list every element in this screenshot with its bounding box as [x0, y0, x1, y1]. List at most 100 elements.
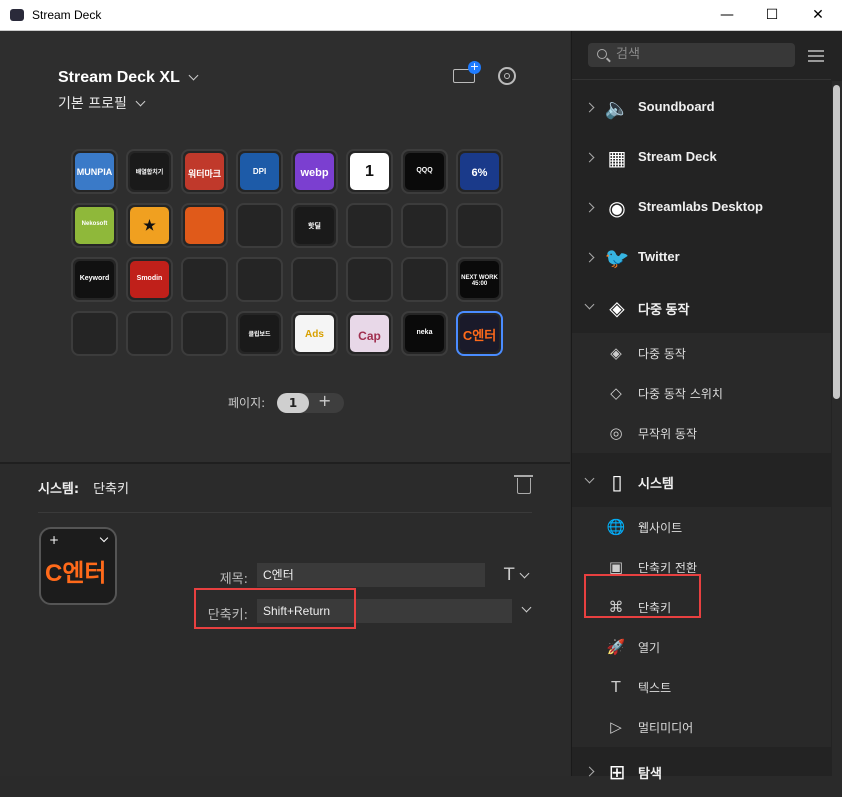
key-r2-c2[interactable]: ★ — [126, 203, 173, 248]
chevron-down-icon[interactable] — [521, 602, 532, 613]
device-selector[interactable]: Stream Deck XL — [58, 69, 199, 87]
chevron-right-icon[interactable] — [584, 202, 595, 213]
key-r4-c6[interactable]: Cap — [346, 311, 393, 356]
key-label: DPI — [252, 167, 267, 176]
action-label: 다중 동작 스위치 — [638, 387, 723, 401]
key-r1-c6[interactable]: 1 — [346, 149, 393, 194]
key-r3-c4[interactable] — [236, 257, 283, 302]
title-field[interactable]: C엔터 — [257, 563, 485, 587]
maximize-button[interactable]: ☐ — [749, 0, 795, 31]
key-r1-c5[interactable]: webp — [291, 149, 338, 194]
text-icon: T — [611, 678, 621, 696]
category-4[interactable]: 🐦 Twitter — [572, 233, 831, 283]
inspector-title: 시스템: 단축키 — [38, 478, 129, 497]
profile-name: 기본 프로필 — [58, 96, 127, 112]
key-r4-c3[interactable] — [181, 311, 228, 356]
key-r4-c7[interactable]: neka — [401, 311, 448, 356]
chevron-down-icon — [188, 70, 199, 81]
key-r2-c3[interactable] — [181, 203, 228, 248]
key-r3-c2[interactable]: Smodin — [126, 257, 173, 302]
search-placeholder: 검색 — [616, 47, 640, 62]
chevron-down-icon[interactable] — [519, 568, 530, 579]
key-r2-c1[interactable]: Nekosoft — [71, 203, 118, 248]
title-label: 제목: — [219, 572, 248, 587]
key-r4-c4[interactable]: 클립보드 — [236, 311, 283, 356]
key-r2-c6[interactable] — [346, 203, 393, 248]
profile-selector[interactable]: 기본 프로필 — [58, 93, 146, 113]
key-label: Smodin — [136, 275, 163, 282]
key-label: Cap — [358, 329, 381, 343]
scrollbar-thumb[interactable] — [833, 85, 840, 399]
key-r3-c8[interactable]: NEXT WORK 45:00 — [456, 257, 503, 302]
key-r2-c8[interactable] — [456, 203, 503, 248]
category-5[interactable]: ◈ 다중 동작 — [572, 283, 831, 333]
key-r4-c5[interactable]: Ads — [291, 311, 338, 356]
category-label: Streamlabs Desktop — [638, 199, 763, 214]
action-item-system-1[interactable]: 🌐 웹사이트 — [572, 507, 831, 547]
key-preview[interactable]: + C엔터 — [39, 527, 117, 605]
key-r1-c7[interactable]: QQQ — [401, 149, 448, 194]
category-2[interactable]: ▦ Stream Deck — [572, 133, 831, 183]
chevron-right-icon[interactable] — [584, 152, 595, 163]
chevron-right-icon[interactable] — [584, 252, 595, 263]
category-system[interactable]: ▯ 시스템 — [572, 457, 831, 507]
key-r3-c5[interactable] — [291, 257, 338, 302]
key-label: 핫딜 — [308, 223, 321, 230]
page-1-button[interactable]: 1 — [277, 393, 309, 413]
text-format-icon[interactable]: T — [504, 565, 514, 585]
key-r1-c3[interactable]: 워터마크 — [181, 149, 228, 194]
action-item-multi-1[interactable]: ◈ 다중 동작 — [572, 333, 831, 373]
multi-action-icon: ◈ — [610, 344, 622, 362]
plus-icon[interactable]: + — [49, 533, 59, 547]
key-label: Ads — [305, 329, 324, 340]
search-input[interactable]: 검색 — [588, 43, 795, 67]
page-label: 페이지: — [228, 396, 266, 410]
chevron-down-icon[interactable] — [99, 533, 109, 543]
system-icon: ▯ — [611, 470, 623, 494]
key-label: 워터마크 — [187, 169, 222, 179]
globe-icon: 🌐 — [606, 518, 626, 536]
key-r1-c8[interactable]: 6% — [456, 149, 503, 194]
key-r3-c6[interactable] — [346, 257, 393, 302]
close-button[interactable]: ✕ — [795, 0, 841, 31]
scrollbar[interactable] — [832, 81, 842, 776]
key-label: neka — [416, 329, 433, 336]
title-bar: Stream Deck — ☐ ✕ — [0, 0, 842, 31]
minimize-button[interactable]: — — [704, 0, 750, 31]
category-3[interactable]: ◉ Streamlabs Desktop — [572, 183, 831, 233]
chevron-down-icon[interactable] — [584, 299, 595, 310]
key-r2-c7[interactable] — [401, 203, 448, 248]
action-item-system-6[interactable]: ▷ 멀티미디어 — [572, 707, 831, 747]
key-r3-c3[interactable] — [181, 257, 228, 302]
canvas-pane: Stream Deck XL 기본 프로필 + MUNPIA 배열합치기 워터마크 D… — [0, 31, 570, 776]
key-label: ★ — [143, 217, 156, 233]
key-r4-c1[interactable] — [71, 311, 118, 356]
list-view-icon[interactable] — [808, 50, 824, 62]
chevron-right-icon[interactable] — [584, 766, 595, 777]
key-r1-c2[interactable]: 배열합치기 — [126, 149, 173, 194]
key-r2-c5[interactable]: 핫딜 — [291, 203, 338, 248]
add-device-icon[interactable]: + — [453, 61, 481, 83]
gear-icon[interactable] — [498, 67, 516, 85]
action-item-multi-2[interactable]: ◇ 다중 동작 스위치 — [572, 373, 831, 413]
key-r3-c1[interactable]: Keyword — [71, 257, 118, 302]
key-r1-c1[interactable]: MUNPIA — [71, 149, 118, 194]
key-r4-c2[interactable] — [126, 311, 173, 356]
divider — [38, 512, 532, 513]
key-r2-c4[interactable] — [236, 203, 283, 248]
chevron-right-icon[interactable] — [584, 102, 595, 113]
category-1[interactable]: 🔈 Soundboard — [572, 83, 831, 133]
category-navigation[interactable]: ⊞ 탐색 — [572, 747, 831, 797]
add-page-button[interactable]: + — [318, 391, 331, 410]
key-label: C엔터 — [462, 328, 497, 343]
chevron-down-icon[interactable] — [584, 473, 595, 484]
key-r3-c7[interactable] — [401, 257, 448, 302]
action-item-system-5[interactable]: T 텍스트 — [572, 667, 831, 707]
trash-icon[interactable] — [514, 475, 533, 494]
key-r4-c8[interactable]: C엔터 — [456, 311, 503, 356]
action-item-multi-3[interactable]: ◎ 무작위 동작 — [572, 413, 831, 453]
key-r1-c4[interactable]: DPI — [236, 149, 283, 194]
key-label: 배열합치기 — [135, 170, 164, 176]
action-item-system-4[interactable]: 🚀 열기 — [572, 627, 831, 667]
key-label: 1 — [365, 163, 374, 180]
